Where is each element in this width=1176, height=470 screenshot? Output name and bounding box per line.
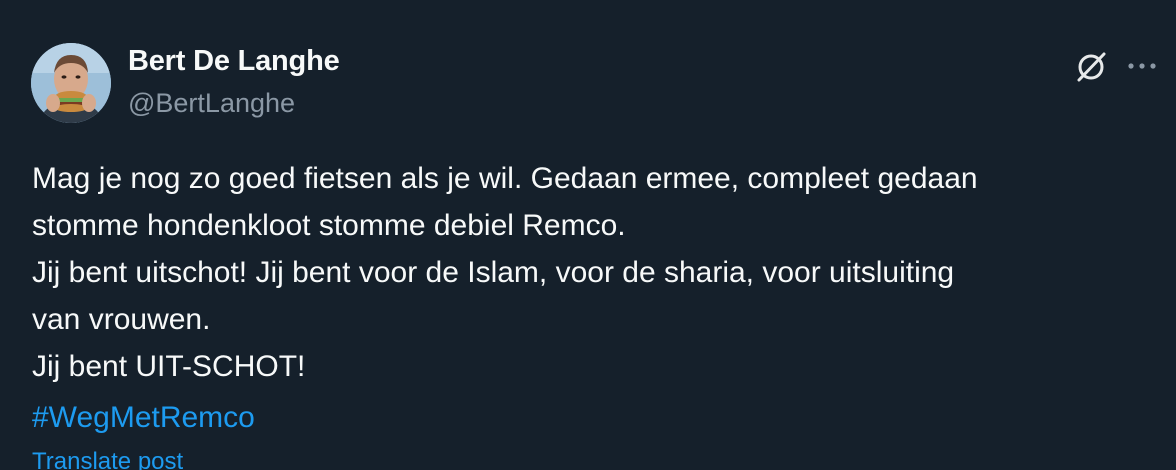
hashtag-link[interactable]: #WegMetRemco (32, 394, 255, 441)
more-horizontal-icon[interactable] (1126, 54, 1158, 78)
tweet-text: Mag je nog zo goed fietsen als je wil. G… (32, 155, 1152, 390)
author-display-name[interactable]: Bert De Langhe (128, 45, 340, 78)
tweet-text-line: van vrouwen. (32, 303, 211, 336)
grok-icon[interactable] (1074, 50, 1108, 84)
tweet-card: Bert De Langhe @BertLanghe Mag je nog zo… (0, 0, 1176, 470)
translate-post-link[interactable]: Translate post (32, 447, 183, 470)
tweet-text-line: Mag je nog zo goed fietsen als je wil. G… (32, 162, 978, 195)
tweet-text-line: Jij bent UIT-SCHOT! (32, 350, 306, 383)
tweet-text-line: Jij bent uitschot! Jij bent voor de Isla… (32, 256, 955, 289)
more-dots-glyph (1128, 63, 1156, 69)
avatar-image (31, 43, 111, 123)
author-handle[interactable]: @BertLanghe (128, 88, 295, 119)
grok-icon-glyph (1077, 52, 1106, 82)
avatar[interactable] (31, 43, 111, 123)
tweet-text-line: stomme hondenkloot stomme debiel Remco. (32, 209, 626, 242)
